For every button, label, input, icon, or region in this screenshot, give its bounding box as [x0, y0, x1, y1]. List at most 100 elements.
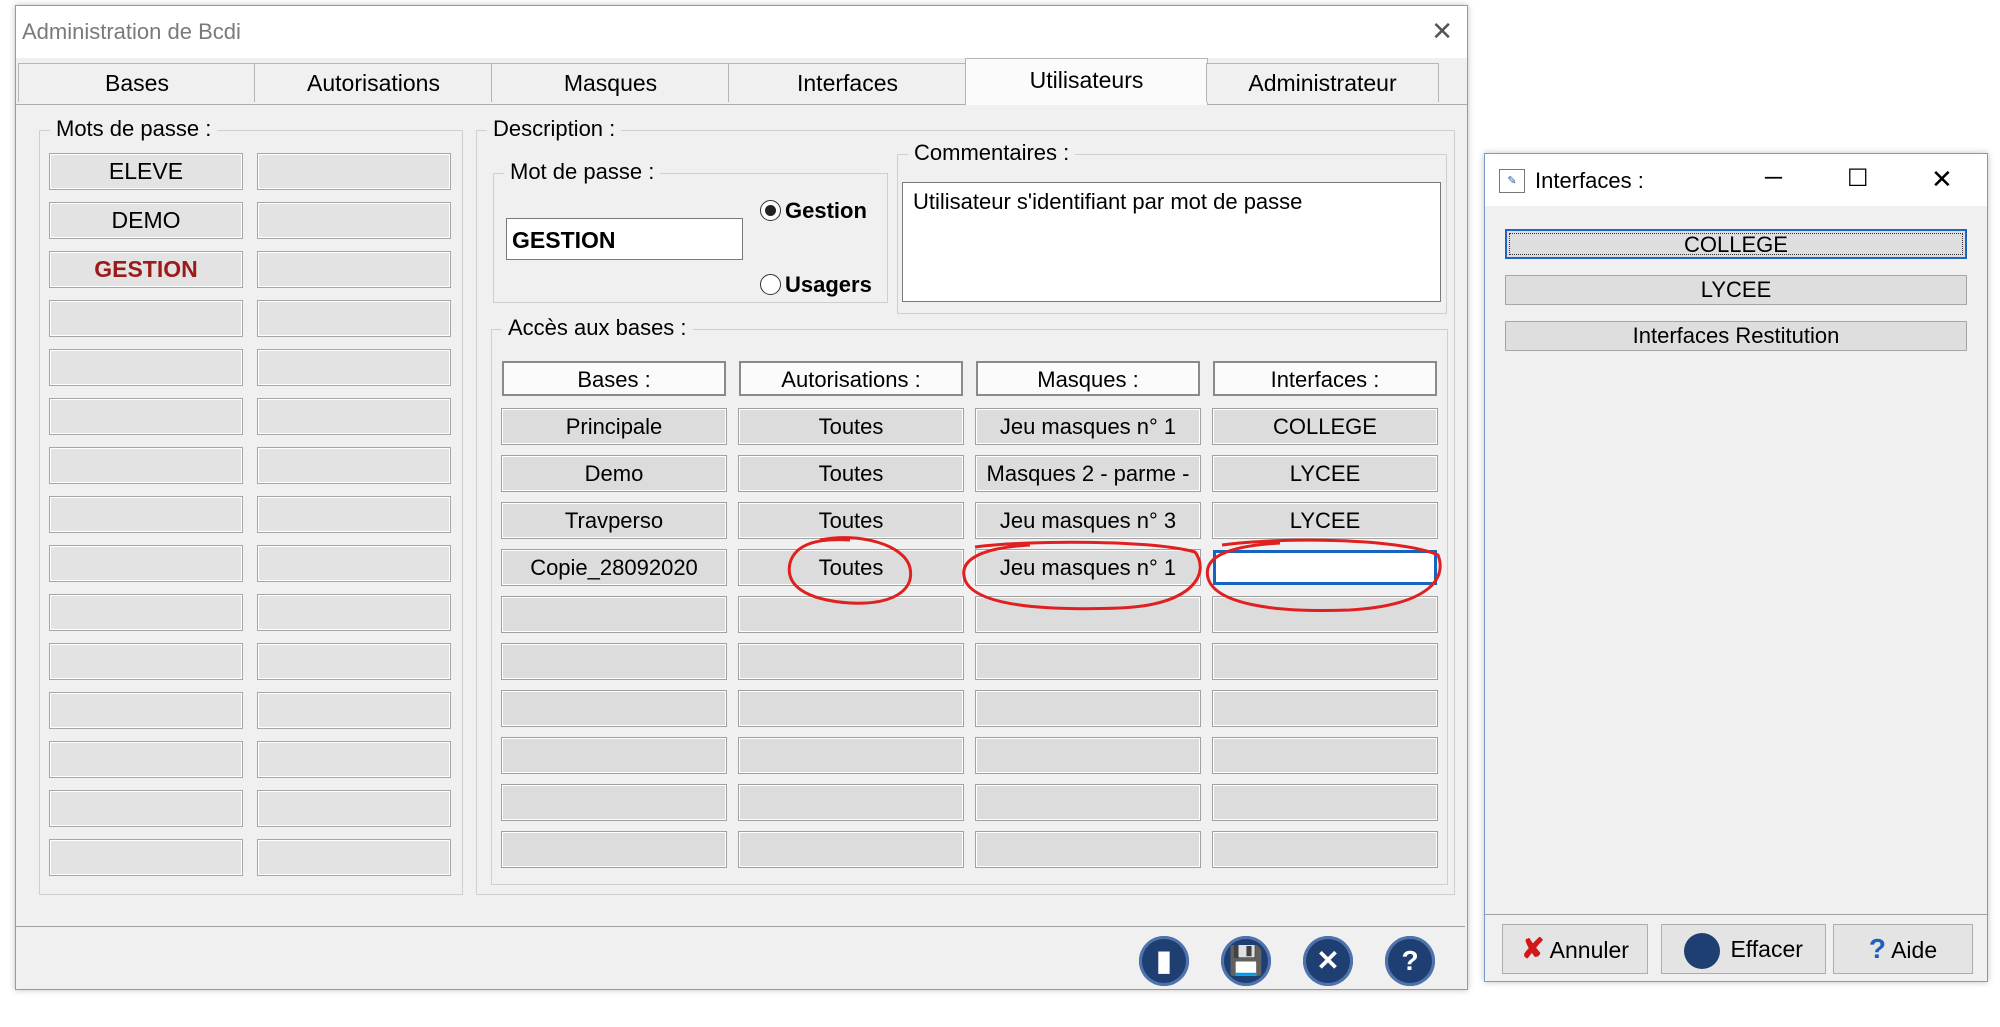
- access-cell-bases[interactable]: [501, 596, 727, 633]
- access-cell-interfaces[interactable]: LYCEE: [1212, 455, 1438, 492]
- access-cell-masques[interactable]: [975, 596, 1201, 633]
- password-slot-b-11[interactable]: [257, 643, 451, 680]
- password-slot-b-3[interactable]: [257, 251, 451, 288]
- password-slot-13[interactable]: [49, 741, 243, 778]
- tab-masques[interactable]: Masques: [491, 63, 730, 102]
- password-slot-12[interactable]: [49, 692, 243, 729]
- access-cell-autorisations[interactable]: Toutes: [738, 549, 964, 586]
- password-slot-b-8[interactable]: [257, 496, 451, 533]
- interface-item[interactable]: COLLEGE: [1505, 229, 1967, 259]
- access-cell-masques[interactable]: [975, 643, 1201, 680]
- tab-bases[interactable]: Bases: [18, 63, 256, 102]
- clear-icon[interactable]: ▮: [1139, 936, 1189, 986]
- annuler-button[interactable]: ✘ Annuler: [1502, 924, 1648, 974]
- tab-administrateur[interactable]: Administrateur: [1206, 63, 1439, 102]
- access-cell-masques[interactable]: [975, 784, 1201, 821]
- help-icon[interactable]: ?: [1385, 936, 1435, 986]
- admin-window: Administration de Bcdi ✕ Bases Autorisat…: [15, 5, 1468, 990]
- password-slot-15[interactable]: [49, 839, 243, 876]
- access-cell-bases[interactable]: Copie_28092020: [501, 549, 727, 586]
- password-slot-b-9[interactable]: [257, 545, 451, 582]
- password-slot-14[interactable]: [49, 790, 243, 827]
- password-slot-6[interactable]: [49, 398, 243, 435]
- password-slot-5[interactable]: [49, 349, 243, 386]
- comments-textarea[interactable]: Utilisateur s'identifiant par mot de pas…: [902, 182, 1441, 302]
- password-slot-b-2[interactable]: [257, 202, 451, 239]
- access-cell-autorisations[interactable]: Toutes: [738, 455, 964, 492]
- access-cell-bases[interactable]: [501, 643, 727, 680]
- interface-item[interactable]: LYCEE: [1505, 275, 1967, 305]
- password-subgroup-label: Mot de passe :: [504, 159, 661, 185]
- password-slot-b-1[interactable]: [257, 153, 451, 190]
- tab-utilisateurs[interactable]: Utilisateurs: [965, 58, 1208, 105]
- password-slot-b-4[interactable]: [257, 300, 451, 337]
- password-slot-1[interactable]: ELEVE: [49, 153, 243, 190]
- cancel-icon[interactable]: ✕: [1303, 936, 1353, 986]
- password-slot-3[interactable]: GESTION: [49, 251, 243, 288]
- access-cell-bases[interactable]: Principale: [501, 408, 727, 445]
- password-slot-b-15[interactable]: [257, 839, 451, 876]
- password-slot-2[interactable]: DEMO: [49, 202, 243, 239]
- interfaces-title-bar: ✎ Interfaces : ─ ☐ ✕: [1485, 154, 1987, 206]
- access-cell-autorisations[interactable]: [738, 690, 964, 727]
- aide-button[interactable]: ? Aide: [1833, 924, 1973, 974]
- eraser-icon: [1684, 932, 1721, 969]
- password-slot-b-14[interactable]: [257, 790, 451, 827]
- interface-item[interactable]: Interfaces Restitution: [1505, 321, 1967, 351]
- radio-gestion[interactable]: Gestion: [760, 198, 867, 224]
- password-slot-b-13[interactable]: [257, 741, 451, 778]
- access-cell-interfaces[interactable]: [1212, 831, 1438, 868]
- access-cell-bases[interactable]: [501, 831, 727, 868]
- close-icon[interactable]: ✕: [1431, 16, 1453, 47]
- access-cell-autorisations[interactable]: Toutes: [738, 408, 964, 445]
- access-cell-autorisations[interactable]: Toutes: [738, 502, 964, 539]
- maximize-icon[interactable]: ☐: [1847, 164, 1869, 193]
- password-slot-4[interactable]: [49, 300, 243, 337]
- access-cell-autorisations[interactable]: [738, 831, 964, 868]
- access-cell-autorisations[interactable]: [738, 596, 964, 633]
- access-cell-masques[interactable]: Jeu masques n° 3: [975, 502, 1201, 539]
- password-slot-7[interactable]: [49, 447, 243, 484]
- access-cell-interfaces[interactable]: [1212, 596, 1438, 633]
- access-cell-interfaces[interactable]: [1213, 550, 1437, 585]
- access-cell-masques[interactable]: Jeu masques n° 1: [975, 549, 1201, 586]
- password-slot-8[interactable]: [49, 496, 243, 533]
- access-cell-bases[interactable]: [501, 737, 727, 774]
- password-slot-b-7[interactable]: [257, 447, 451, 484]
- access-cell-masques[interactable]: [975, 737, 1201, 774]
- tab-interfaces[interactable]: Interfaces: [728, 63, 967, 102]
- password-input[interactable]: GESTION: [506, 218, 743, 260]
- access-cell-bases[interactable]: Travperso: [501, 502, 727, 539]
- access-cell-autorisations[interactable]: [738, 737, 964, 774]
- password-slot-b-6[interactable]: [257, 398, 451, 435]
- access-cell-bases[interactable]: [501, 784, 727, 821]
- password-slot-10[interactable]: [49, 594, 243, 631]
- access-cell-bases[interactable]: Demo: [501, 455, 727, 492]
- access-cell-masques[interactable]: Jeu masques n° 1: [975, 408, 1201, 445]
- tab-autorisations[interactable]: Autorisations: [254, 63, 493, 102]
- access-cell-masques[interactable]: [975, 690, 1201, 727]
- access-cell-interfaces[interactable]: [1212, 737, 1438, 774]
- password-slot-9[interactable]: [49, 545, 243, 582]
- access-cell-interfaces[interactable]: [1212, 643, 1438, 680]
- radio-usagers-dot[interactable]: [760, 274, 781, 295]
- access-cell-autorisations[interactable]: [738, 784, 964, 821]
- radio-gestion-dot[interactable]: [760, 200, 781, 221]
- access-cell-interfaces[interactable]: COLLEGE: [1212, 408, 1438, 445]
- password-slot-b-5[interactable]: [257, 349, 451, 386]
- access-cell-bases[interactable]: [501, 690, 727, 727]
- password-slot-b-12[interactable]: [257, 692, 451, 729]
- radio-usagers[interactable]: Usagers: [760, 272, 872, 298]
- minimize-icon[interactable]: ─: [1765, 164, 1782, 192]
- access-cell-interfaces[interactable]: [1212, 784, 1438, 821]
- close-icon[interactable]: ✕: [1931, 164, 1953, 195]
- access-cell-masques[interactable]: [975, 831, 1201, 868]
- password-slot-11[interactable]: [49, 643, 243, 680]
- password-slot-b-10[interactable]: [257, 594, 451, 631]
- effacer-button[interactable]: Effacer: [1661, 924, 1826, 974]
- save-icon[interactable]: 💾: [1221, 936, 1271, 986]
- access-cell-interfaces[interactable]: LYCEE: [1212, 502, 1438, 539]
- access-cell-autorisations[interactable]: [738, 643, 964, 680]
- access-cell-masques[interactable]: Masques 2 - parme -: [975, 455, 1201, 492]
- access-cell-interfaces[interactable]: [1212, 690, 1438, 727]
